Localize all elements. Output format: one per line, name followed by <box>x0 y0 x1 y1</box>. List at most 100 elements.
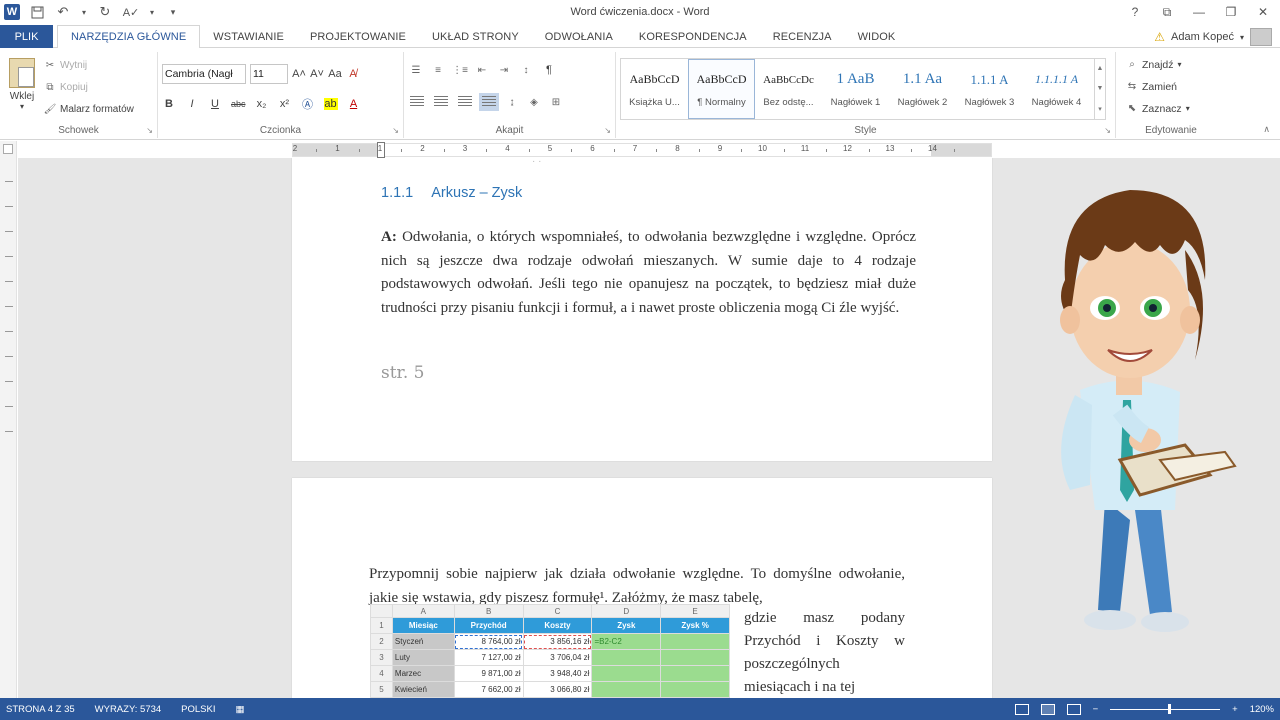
numbering-icon[interactable]: ≡ <box>432 64 444 76</box>
format-painter-button[interactable]: 🖌 Malarz formatów <box>44 102 134 117</box>
change-case-button[interactable]: Aa <box>328 68 342 80</box>
paragraph[interactable]: Przypomnij sobie najpierw jak działa odw… <box>369 563 905 610</box>
ruler-tick <box>826 149 827 152</box>
replace-button[interactable]: ⇆ Zamień <box>1126 78 1190 95</box>
copy-button[interactable]: ⧉ Kopiuj <box>44 80 134 95</box>
clipboard-group: Wklej ▾ ✂ Wytnij ⧉ Kopiuj 🖌 Malarz forma… <box>0 52 158 138</box>
user-name[interactable]: Adam Kopeć <box>1171 31 1234 43</box>
chevron-up-icon[interactable]: ▲ <box>1097 65 1104 72</box>
tab-item[interactable]: PROJEKTOWANIE <box>297 25 419 48</box>
style-preview: 1.1 Aa <box>902 71 943 87</box>
style-heading-3[interactable]: 1.1.1 A Nagłówek 3 <box>956 59 1023 119</box>
more-icon[interactable]: ▾ <box>1098 105 1102 113</box>
read-mode-icon[interactable] <box>1014 703 1029 715</box>
show-formatting-button[interactable]: ¶ <box>542 64 556 76</box>
shoe-shape <box>1141 612 1189 632</box>
language[interactable]: POLSKI <box>181 704 215 715</box>
table-cell: 3 856,16 zł <box>522 633 593 650</box>
avatar[interactable] <box>1250 28 1272 46</box>
increase-indent-icon[interactable]: ⇥ <box>498 64 510 76</box>
column-header-row: ABCDE <box>370 604 730 618</box>
sort-icon[interactable]: ↕ <box>520 64 532 76</box>
dialog-launcher-icon[interactable]: ↘ <box>392 126 399 135</box>
table-cell <box>660 649 730 666</box>
grow-font-button[interactable]: A˄ <box>292 68 306 80</box>
dialog-launcher-icon[interactable]: ↘ <box>604 126 611 135</box>
close-button[interactable]: ✕ <box>1254 5 1272 19</box>
multilevel-list-icon[interactable]: ⋮≡ <box>452 64 468 76</box>
borders-icon[interactable]: ⊞ <box>550 96 562 108</box>
tab-file[interactable]: PLIK <box>0 25 53 48</box>
decrease-indent-icon[interactable]: ⇤ <box>476 64 488 76</box>
find-button[interactable]: ⌕ Znajdź ▾ <box>1126 56 1190 73</box>
maximize-button[interactable]: ❐ <box>1222 5 1240 19</box>
tab-item[interactable]: RECENZJA <box>760 25 845 48</box>
paste-button[interactable]: Wklej ▾ <box>6 58 38 114</box>
cut-button[interactable]: ✂ Wytnij <box>44 58 134 73</box>
zoom-slider-thumb[interactable] <box>1168 703 1172 714</box>
paragraph-wrap-text[interactable]: gdzie masz podany Przychód i Koszty w po… <box>744 607 905 698</box>
help-button[interactable]: ? <box>1126 5 1144 19</box>
tab-item[interactable]: WSTAWIANIE <box>200 25 297 48</box>
shrink-font-button[interactable]: A˅ <box>310 68 324 80</box>
print-layout-icon[interactable] <box>1040 703 1055 715</box>
user-account[interactable]: ⚠ Adam Kopeć ▾ <box>1154 28 1272 46</box>
style-book[interactable]: AaBbCcD Książka U... <box>621 59 688 119</box>
strikethrough-button[interactable]: abc <box>231 99 246 109</box>
tab-selector[interactable] <box>3 144 13 154</box>
tab-item[interactable]: UKŁAD STRONY <box>419 25 532 48</box>
collapse-ribbon-icon[interactable]: ∧ <box>1263 124 1270 135</box>
align-center-icon[interactable] <box>434 96 448 108</box>
macro-icon[interactable]: ▦ <box>236 704 245 715</box>
font-name-select[interactable]: Cambria (Nagł <box>162 64 246 84</box>
web-layout-icon[interactable] <box>1066 703 1081 715</box>
tab-item[interactable]: NARZĘDZIA GŁÓWNE <box>57 25 201 49</box>
tab-item[interactable]: KORESPONDENCJA <box>626 25 760 48</box>
style-name: ¶ Normalny <box>697 96 746 108</box>
word-count[interactable]: WYRAZY: 5734 <box>95 704 162 715</box>
horizontal-ruler: 2 1 1 2 3 4 5 6 7 8 9 10 11 12 13 14 <box>292 142 992 158</box>
styles-scroll[interactable]: ▲ ▼ ▾ <box>1094 59 1105 119</box>
align-right-icon[interactable] <box>458 96 472 108</box>
zoom-level[interactable]: 120% <box>1250 704 1274 715</box>
ruler-tick <box>911 149 912 152</box>
dialog-launcher-icon[interactable]: ↘ <box>1104 126 1111 135</box>
dialog-launcher-icon[interactable]: ↘ <box>146 126 153 135</box>
zoom-in-button[interactable]: + <box>1232 704 1238 715</box>
style-heading-2[interactable]: 1.1 Aa Nagłówek 2 <box>889 59 956 119</box>
tab-item[interactable]: WIDOK <box>845 25 909 48</box>
bold-button[interactable]: B <box>162 98 176 110</box>
chevron-down-icon[interactable]: ▾ <box>1240 33 1244 42</box>
justify-icon[interactable] <box>479 93 499 111</box>
style-heading-4[interactable]: 1.1.1.1 A Nagłówek 4 <box>1023 59 1090 119</box>
shading-icon[interactable]: ◈ <box>528 96 540 108</box>
line-spacing-icon[interactable]: ↨ <box>506 96 518 108</box>
clear-formatting-icon[interactable]: A̸ <box>346 68 360 80</box>
highlight-icon[interactable]: ab <box>323 98 338 110</box>
document-page[interactable]: · · 1.1.1 Arkusz – Zysk A: Odwołania, o k… <box>292 158 992 461</box>
italic-button[interactable]: I <box>185 98 199 110</box>
align-left-icon[interactable] <box>410 96 424 108</box>
ribbon-display-button[interactable]: ⧉ <box>1158 5 1176 20</box>
underline-button[interactable]: U <box>208 98 222 110</box>
page-count[interactable]: STRONA 4 Z 35 <box>6 704 75 715</box>
select-button[interactable]: ⬉ Zaznacz ▾ <box>1126 100 1190 117</box>
style-no-spacing[interactable]: AaBbCcDc Bez odstę... <box>755 59 822 119</box>
section-heading[interactable]: 1.1.1 Arkusz – Zysk <box>381 185 522 201</box>
subscript-button[interactable]: x₂ <box>255 98 269 110</box>
minimize-button[interactable]: — <box>1190 5 1208 19</box>
chevron-down-icon[interactable]: ▼ <box>1097 85 1104 92</box>
font-size-select[interactable]: 11 <box>250 64 288 84</box>
table-cell: 3 706,04 zł <box>522 649 593 666</box>
document-page[interactable]: Przypomnij sobie najpierw jak działa odw… <box>292 478 992 698</box>
style-heading-1[interactable]: 1 AaB Nagłówek 1 <box>822 59 889 119</box>
superscript-button[interactable]: x² <box>278 98 292 110</box>
paragraph[interactable]: A: Odwołania, o których wspomniałeś, to … <box>381 226 916 320</box>
text-effects-icon[interactable]: Ⓐ <box>301 96 315 112</box>
font-color-icon[interactable]: A <box>347 98 361 110</box>
style-normal[interactable]: AaBbCcD ¶ Normalny <box>688 59 755 119</box>
bullets-icon[interactable]: ☰ <box>410 64 422 76</box>
zoom-out-button[interactable]: − <box>1093 704 1099 715</box>
tab-item[interactable]: ODWOŁANIA <box>532 25 626 48</box>
zoom-slider[interactable] <box>1110 703 1221 714</box>
